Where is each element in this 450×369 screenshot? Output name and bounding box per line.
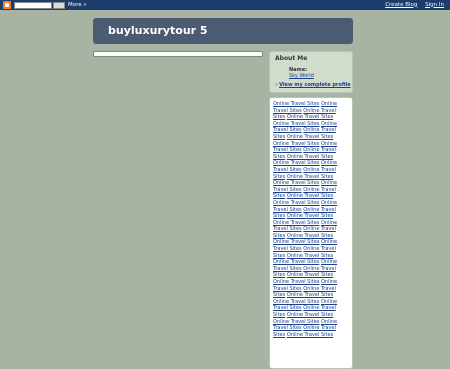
blogger-logo-icon[interactable] — [3, 1, 11, 9]
travel-link[interactable]: Online Travel Sites — [273, 180, 319, 186]
links-list: Online Travel Sites Online Travel Sites … — [273, 101, 349, 338]
main-post-area — [93, 51, 263, 57]
about-title: About Me — [275, 55, 308, 62]
travel-link[interactable]: Online Travel Sites — [273, 319, 319, 325]
travel-link[interactable]: Online Travel Sites — [273, 239, 319, 245]
travel-link[interactable]: Online Travel Sites — [287, 253, 333, 259]
travel-link[interactable]: Online Travel Sites — [287, 154, 333, 160]
travel-link[interactable]: Online Travel Sites — [273, 279, 319, 285]
travel-link[interactable]: Online Travel Sites — [273, 200, 319, 206]
blog-header: buyluxurytour 5 — [93, 18, 353, 44]
links-widget: Online Travel Sites Online Travel Sites … — [269, 97, 353, 369]
travel-link[interactable]: Online Travel Sites — [287, 292, 333, 298]
travel-link[interactable]: Online Travel Sites — [287, 114, 333, 120]
travel-link[interactable]: Online Travel Sites — [273, 141, 319, 147]
navbar-right: Create Blog Sign In — [379, 2, 444, 9]
travel-link[interactable]: Online Travel Sites — [287, 312, 333, 318]
profile-name-link[interactable]: Sky World — [289, 73, 314, 79]
travel-link[interactable]: Online Travel Sites — [287, 213, 333, 219]
travel-link[interactable]: Online Travel Sites — [287, 332, 333, 338]
travel-link[interactable]: Online Travel Sites — [287, 233, 333, 239]
travel-link[interactable]: Online Travel Sites — [273, 220, 319, 226]
blog-title[interactable]: buyluxurytour 5 — [108, 24, 208, 38]
travel-link[interactable]: Online Travel Sites — [273, 259, 319, 265]
arrow-icon: » — [275, 82, 279, 88]
search-input[interactable] — [14, 2, 52, 9]
travel-link[interactable]: Online Travel Sites — [273, 101, 319, 107]
view-profile-link[interactable]: »View my complete profile — [275, 82, 351, 88]
travel-link[interactable]: Online Travel Sites — [287, 134, 333, 140]
travel-link[interactable]: Online Travel Sites — [287, 193, 333, 199]
more-menu[interactable]: More » — [68, 2, 87, 9]
navbar: More » Create Blog Sign In — [0, 0, 450, 10]
view-profile-label: View my complete profile — [279, 82, 351, 88]
travel-link[interactable]: Online Travel Sites — [287, 174, 333, 180]
about-me-widget: About Me Name: Sky World »View my comple… — [269, 51, 353, 93]
travel-link[interactable]: Online Travel Sites — [273, 160, 319, 166]
travel-link[interactable]: Online Travel Sites — [273, 299, 319, 305]
travel-link[interactable]: Online Travel Sites — [287, 272, 333, 278]
create-blog-link[interactable]: Create Blog — [385, 2, 417, 8]
sign-in-link[interactable]: Sign In — [425, 2, 444, 8]
search-button[interactable] — [53, 2, 65, 9]
travel-link[interactable]: Online Travel Sites — [273, 121, 319, 127]
